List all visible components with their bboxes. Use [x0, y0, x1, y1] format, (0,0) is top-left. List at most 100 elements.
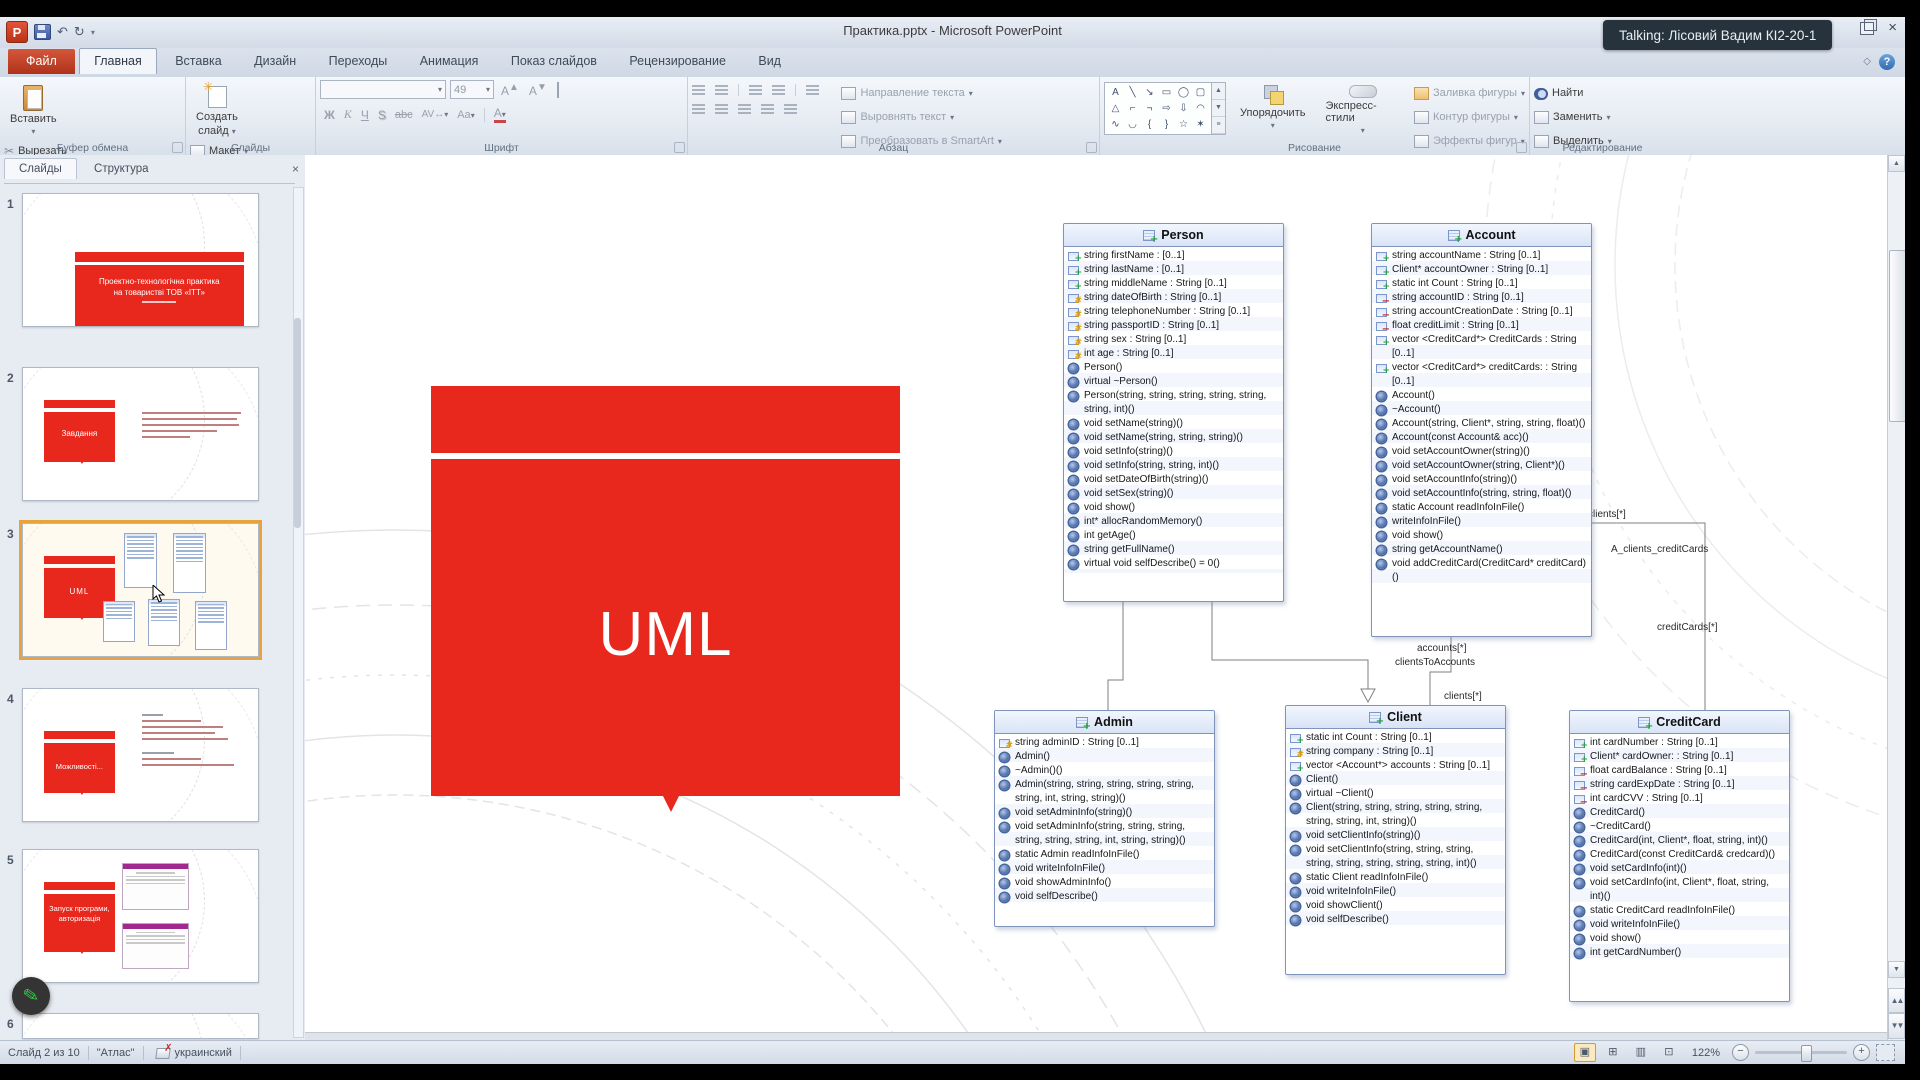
shape-icon[interactable]: ⇩ [1179, 103, 1187, 114]
main-scrollbar[interactable]: ▲ ▼ ▲▲ ▼▼ [1887, 155, 1905, 1040]
italic-button[interactable]: К [344, 107, 352, 122]
replace-button[interactable]: Заменить ▾ [1534, 108, 1612, 126]
panel-close-icon[interactable]: × [292, 162, 299, 176]
tab-home[interactable]: Главная [79, 48, 157, 74]
paragraph-dialog-launcher[interactable] [1086, 142, 1097, 153]
bold-button[interactable]: Ж [324, 108, 335, 122]
text-direction-button[interactable]: Направление текста ▾ [841, 84, 1001, 102]
scrollbar-thumb[interactable] [1889, 250, 1905, 422]
align-center-icon[interactable] [715, 104, 728, 114]
align-left-icon[interactable] [692, 104, 705, 114]
shape-icon[interactable]: } [1165, 119, 1168, 130]
arrange-button[interactable]: Упорядочить ▾ [1234, 82, 1311, 138]
shape-icon[interactable]: ✶ [1196, 119, 1204, 130]
shape-icon[interactable]: ¬ [1147, 103, 1153, 114]
shape-icon[interactable]: △ [1112, 103, 1120, 114]
clear-format-button[interactable] [554, 81, 562, 98]
font-name-combo[interactable]: ▾ [320, 80, 446, 99]
uml-callout-shape[interactable]: UML [431, 459, 900, 812]
annotation-pen-button[interactable]: ✎ [12, 977, 50, 1015]
tab-view[interactable]: Вид [744, 49, 795, 74]
font-color-button[interactable]: А▾ [493, 106, 506, 123]
align-text-button[interactable]: Выровнять текст ▾ [841, 108, 1001, 126]
panel-tab-outline[interactable]: Структура [80, 159, 163, 179]
close-icon[interactable]: × [1888, 20, 1897, 35]
uml-class-admin[interactable]: Admin string adminID : String [0..1]Admi… [994, 710, 1215, 927]
numbering-icon[interactable] [715, 85, 728, 95]
shape-fill-button[interactable]: Заливка фигуры ▾ [1413, 84, 1525, 102]
panel-tab-slides[interactable]: Слайды [4, 158, 77, 179]
view-reading-button[interactable]: ▥ [1630, 1043, 1652, 1062]
shadow-button[interactable]: S [378, 108, 386, 122]
drawing-dialog-launcher[interactable] [1516, 142, 1527, 153]
increase-indent-icon[interactable] [772, 85, 785, 95]
help-icon[interactable]: ? [1879, 54, 1895, 70]
font-dialog-launcher[interactable] [674, 142, 685, 153]
clipboard-dialog-launcher[interactable] [172, 142, 183, 153]
zoom-out-button[interactable]: − [1732, 1044, 1749, 1061]
fit-to-window-button[interactable] [1876, 1044, 1895, 1061]
tab-design[interactable]: Дизайн [240, 49, 310, 74]
shape-icon[interactable]: ◯ [1178, 87, 1189, 98]
uml-class-creditcard[interactable]: CreditCard int cardNumber : String [0..1… [1569, 710, 1790, 1002]
slide-thumbnail-3-selected[interactable]: UML [19, 520, 262, 660]
shape-icon[interactable]: A [1112, 87, 1119, 98]
shape-icon[interactable]: ↘ [1145, 87, 1153, 98]
zoom-in-button[interactable]: + [1853, 1044, 1870, 1061]
uml-class-person[interactable]: Person string firstName : [0..1]string l… [1063, 223, 1284, 602]
shape-icon[interactable]: ☆ [1179, 119, 1188, 130]
shape-icon[interactable]: ▢ [1196, 87, 1205, 98]
view-slideshow-button[interactable]: ⊡ [1658, 1043, 1680, 1062]
shape-icon[interactable]: ╲ [1129, 87, 1135, 98]
view-sorter-button[interactable]: ⊞ [1602, 1043, 1624, 1062]
tab-file[interactable]: Файл [8, 49, 75, 74]
zoom-slider[interactable] [1755, 1045, 1847, 1062]
columns-icon[interactable] [784, 104, 797, 114]
spellcheck-icon[interactable]: ✗ [156, 1043, 172, 1059]
scroll-up-icon[interactable]: ▲ [1888, 155, 1905, 172]
uml-class-account[interactable]: Account string accountName : String [0..… [1371, 223, 1592, 637]
slide-thumbnail-5[interactable]: Запуск програми, авторизація [22, 849, 259, 983]
tab-animations[interactable]: Анимация [406, 49, 493, 74]
slide-thumbnail-2[interactable]: Завдання [22, 367, 259, 501]
scroll-down-icon[interactable]: ▼ [1888, 961, 1905, 978]
shapes-gallery-scroll[interactable]: ▲ ▼ ≡ [1212, 82, 1226, 135]
grow-font-button[interactable]: A▲ [498, 82, 522, 98]
slide-canvas[interactable]: UML clients[*] A_clients_creditCards cre… [305, 155, 1905, 1040]
view-normal-button[interactable]: ▣ [1573, 1043, 1596, 1062]
shape-outline-button[interactable]: Контур фигуры ▾ [1413, 108, 1525, 126]
zoom-slider-thumb[interactable] [1801, 1045, 1812, 1062]
quick-styles-button[interactable]: Экспресс-стили ▾ [1319, 82, 1406, 138]
shape-icon[interactable]: ◡ [1128, 119, 1137, 130]
justify-icon[interactable] [761, 104, 774, 114]
previous-slide-button[interactable]: ▲▲ [1888, 988, 1905, 1013]
paste-button[interactable]: Вставить ▾ [4, 80, 63, 140]
line-spacing-icon[interactable] [806, 85, 819, 95]
uml-class-client[interactable]: Client static int Count : String [0..1]s… [1285, 705, 1506, 975]
tab-insert[interactable]: Вставка [161, 49, 235, 74]
shape-icon[interactable]: ⌐ [1130, 103, 1136, 114]
align-right-icon[interactable] [738, 104, 751, 114]
tab-review[interactable]: Рецензирование [615, 49, 740, 74]
shape-icon[interactable]: ◠ [1196, 103, 1205, 114]
tab-slideshow[interactable]: Показ слайдов [497, 49, 611, 74]
shape-icon[interactable]: { [1148, 119, 1151, 130]
font-size-combo[interactable]: 49 ▾ [450, 80, 494, 99]
shape-icon[interactable]: ▭ [1162, 87, 1171, 98]
panel-scrollbar[interactable] [293, 187, 304, 1038]
slide-thumbnail-6[interactable] [22, 1013, 259, 1039]
new-slide-button[interactable]: Создать слайд ▾ [190, 79, 244, 140]
shape-icon[interactable]: ⇨ [1162, 103, 1170, 114]
change-case-button[interactable]: Aa▾ [457, 109, 474, 121]
shrink-font-button[interactable]: A▼ [526, 82, 550, 98]
restore-icon[interactable] [1860, 18, 1878, 35]
bullets-icon[interactable] [692, 85, 705, 95]
pin-ribbon-icon[interactable]: ◇ [1863, 56, 1871, 67]
red-banner-shape[interactable] [431, 386, 900, 453]
char-spacing-button[interactable]: AV↔▾ [422, 109, 449, 120]
next-slide-button[interactable]: ▼▼ [1888, 1013, 1905, 1039]
find-button[interactable]: Найти [1534, 84, 1612, 102]
decrease-indent-icon[interactable] [749, 85, 762, 95]
slide-thumbnail-4[interactable]: Можливості... [22, 688, 259, 822]
shapes-gallery[interactable]: A ╲ ↘ ▭ ◯ ▢ △ ⌐ ¬ ⇨ ⇩ ◠ ∿ ◡ {} ☆ ✶ [1104, 82, 1212, 135]
